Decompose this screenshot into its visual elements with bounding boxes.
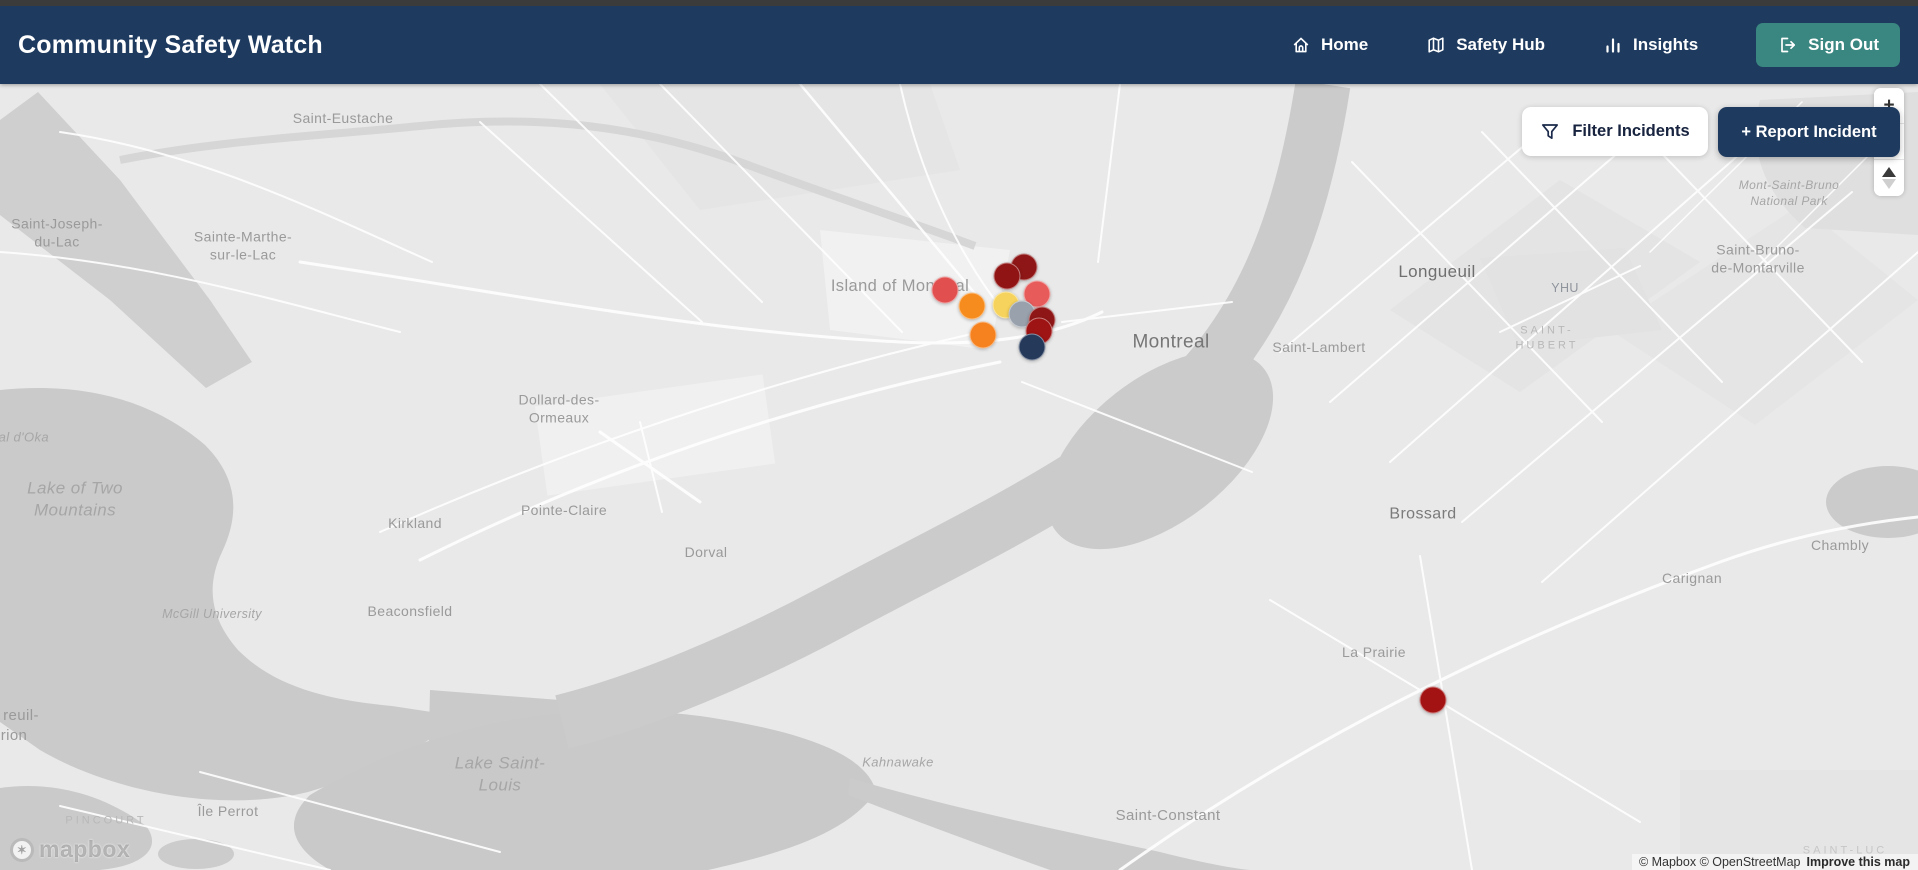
filter-incidents-button[interactable]: Filter Incidents: [1522, 107, 1708, 156]
logout-icon: [1777, 35, 1797, 55]
mapbox-logo[interactable]: ✶ mapbox: [10, 836, 130, 863]
filter-incidents-label: Filter Incidents: [1572, 122, 1690, 140]
map-attribution: © Mapbox © OpenStreetMap Improve this ma…: [1631, 854, 1918, 870]
mapbox-logo-text: mapbox: [39, 836, 131, 862]
app-title: Community Safety Watch: [18, 30, 323, 59]
incident-marker[interactable]: [1419, 686, 1447, 714]
filter-icon: [1540, 122, 1560, 142]
map-icon: [1426, 35, 1446, 55]
map-canvas[interactable]: Saint-Eustache Saint-Joseph- du-Lac Sain…: [0, 0, 1918, 870]
incident-marker[interactable]: [958, 292, 986, 320]
nav-home-label: Home: [1320, 35, 1369, 54]
nav-insights[interactable]: Insights: [1603, 35, 1698, 55]
sign-out-label: Sign Out: [1808, 35, 1879, 54]
improve-map-link[interactable]: Improve this map: [1807, 855, 1911, 869]
home-icon: [1291, 35, 1311, 55]
incident-marker[interactable]: [993, 262, 1021, 290]
compass-button[interactable]: [1874, 160, 1904, 196]
compass-icon: [1882, 167, 1896, 177]
mapbox-logo-icon: ✶: [10, 837, 34, 862]
main-nav: Home Safety Hub Insights Sign Out: [1291, 23, 1900, 67]
sign-out-button[interactable]: Sign Out: [1756, 23, 1900, 67]
nav-safety-hub[interactable]: Safety Hub: [1426, 35, 1545, 55]
nav-home[interactable]: Home: [1291, 35, 1368, 55]
attribution-text: © Mapbox © OpenStreetMap: [1638, 855, 1801, 869]
report-incident-button[interactable]: + Report Incident: [1718, 107, 1900, 157]
incident-marker[interactable]: [931, 276, 959, 304]
nav-safety-hub-label: Safety Hub: [1456, 35, 1545, 54]
bar-chart-icon: [1603, 35, 1623, 55]
app-header: Community Safety Watch Home Safety Hub I…: [0, 6, 1918, 84]
incident-marker[interactable]: [969, 321, 997, 349]
nav-insights-label: Insights: [1633, 35, 1699, 54]
compass-icon-south: [1882, 179, 1896, 189]
incident-marker[interactable]: [1018, 333, 1046, 361]
top-strip: [0, 0, 1918, 6]
